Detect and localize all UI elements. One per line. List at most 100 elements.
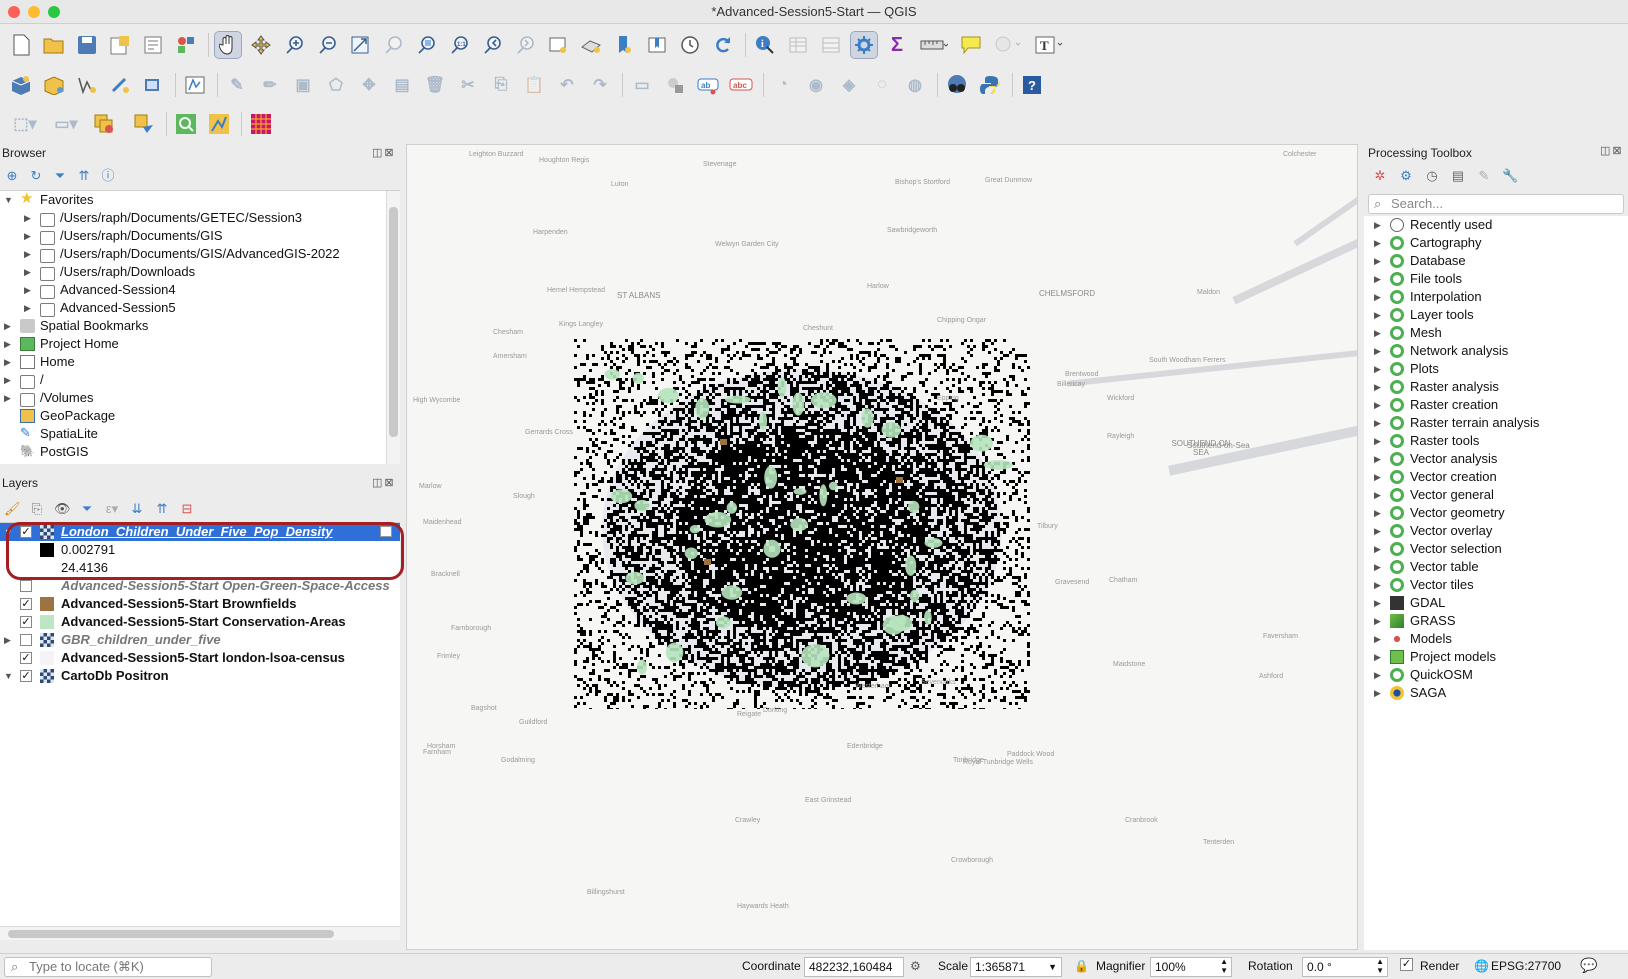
modify-attributes-icon[interactable]: ▤ [389,72,415,98]
new-shapefile-layer-icon[interactable] [74,72,100,98]
add-selected-layers-icon[interactable]: ⊕ [4,168,20,184]
expand-arrow-icon[interactable]: ▶ [4,389,14,407]
processing-group[interactable]: ▶ Plots [1364,360,1628,378]
expand-arrow-icon[interactable]: ▼ [4,667,13,685]
edit-features-in-place-icon[interactable]: ✎ [1476,168,1492,184]
expand-arrow-icon[interactable]: ▶ [24,245,34,263]
collapse-all-layers-icon[interactable]: ⇈ [154,501,170,517]
expand-arrow-icon[interactable]: ▶ [1374,576,1381,594]
new-3d-map-view-icon[interactable] [578,32,604,58]
measure-line-icon[interactable] [917,32,951,58]
expand-arrow-icon[interactable]: ▶ [1374,450,1381,468]
processing-group[interactable]: ▶ File tools [1364,270,1628,288]
processing-group[interactable]: ▶ Vector selection [1364,540,1628,558]
expand-arrow-icon[interactable]: ▶ [4,317,14,335]
text-annotation-icon[interactable]: T [1032,32,1068,58]
layer-item[interactable]: ✓ Advanced-Session5-Start Brownfields [0,595,400,613]
layer-visibility-checkbox[interactable]: ✓ [20,598,32,610]
processing-group[interactable]: ▶ Raster analysis [1364,378,1628,396]
layer-item[interactable]: ✓ Advanced-Session5-Start Conservation-Ar… [0,613,400,631]
show-bookmarks-icon[interactable] [644,32,670,58]
move-label-icon[interactable]: ◈ [836,72,862,98]
layer-labeling-options-icon[interactable] [662,72,688,98]
browser-item[interactable]: ▶ Project Home [0,335,400,353]
chevron-down-icon[interactable]: ▼ [1048,958,1057,976]
temporal-controller-icon[interactable] [677,32,703,58]
style-manager-icon[interactable] [173,32,199,58]
zoom-next-icon[interactable] [512,32,538,58]
layer-visibility-checkbox[interactable]: ✓ [20,670,32,682]
rotation-spinbox[interactable]: 0.0 ° ▲ ▼ [1302,957,1388,977]
browser-item[interactable]: 🐘 PostGIS [0,443,400,461]
new-print-layout-icon[interactable] [140,32,166,58]
layer-item[interactable]: ▼ ✓ CartoDb Positron [0,667,400,685]
processing-group[interactable]: ▶ QuickOSM [1364,666,1628,684]
toggle-editing-icon[interactable]: ✏ [257,72,283,98]
browser-item[interactable]: ▶ /Users/raph/Documents/GIS [0,227,400,245]
expand-arrow-icon[interactable]: ▼ [4,523,13,541]
expand-arrow-icon[interactable]: ▶ [1374,666,1381,684]
scripts-toolbar-icon[interactable]: ⚙ [1398,168,1414,184]
expand-arrow-icon[interactable]: ▶ [1374,288,1381,306]
current-edits-icon[interactable]: ✎ [224,72,250,98]
new-geopackage-layer-icon[interactable] [41,72,67,98]
processing-group[interactable]: ▶ Raster tools [1364,432,1628,450]
qgis2web-icon[interactable] [206,111,232,137]
render-checkbox[interactable]: ✓ [1400,958,1413,971]
spinner-arrows-icon[interactable]: ▲ ▼ [1220,957,1228,975]
expand-arrow-icon[interactable]: ▶ [1374,432,1381,450]
layer-visibility-checkbox[interactable] [20,634,32,646]
expand-arrow-icon[interactable]: ▶ [4,353,14,371]
new-temporary-layer-icon[interactable] [107,72,133,98]
zoom-full-icon[interactable] [347,32,373,58]
browser-item[interactable]: ▶ / [0,371,400,389]
zoom-in-icon[interactable] [281,32,307,58]
layers-horizontal-scrollbar[interactable] [0,926,400,940]
browser-item[interactable]: ▶ Advanced-Session5 [0,299,400,317]
layers-panel-controls[interactable]: ◫⊠ [372,476,396,489]
open-layer-styling-icon[interactable]: 🖌 [4,501,21,517]
expand-arrow-icon[interactable]: ▶ [1374,684,1381,702]
browser-item[interactable]: ▼ ★ Favorites [0,191,400,209]
filter-browser-icon[interactable]: ⏷ [52,168,68,184]
browser-scrollbar[interactable] [386,191,400,464]
new-map-view-icon[interactable] [545,32,571,58]
crs-label[interactable]: EPSG:27700 [1491,959,1561,973]
expand-arrow-icon[interactable]: ▶ [24,299,34,317]
refresh-icon[interactable] [710,32,736,58]
select-by-value-icon[interactable]: ▭▾ [49,111,83,137]
expand-arrow-icon[interactable]: ▶ [1374,504,1381,522]
new-virtual-layer-icon[interactable] [140,72,166,98]
zoom-out-icon[interactable] [314,32,340,58]
expand-arrow-icon[interactable]: ▶ [1374,612,1381,630]
processing-group[interactable]: ▶ Database [1364,252,1628,270]
expand-arrow-icon[interactable]: ▶ [24,281,34,299]
python-console-icon[interactable] [977,72,1003,98]
open-project-icon[interactable] [41,32,67,58]
expand-arrow-icon[interactable]: ▶ [1374,486,1381,504]
manage-map-themes-icon[interactable]: 👁 [54,501,71,517]
statistical-summary-icon[interactable]: Σ [884,32,910,58]
save-project-icon[interactable] [74,32,100,58]
browser-scrollbar-thumb[interactable] [389,207,398,437]
deselect-features-icon[interactable] [90,111,124,137]
show-hide-labels-icon[interactable]: ◉ [803,72,829,98]
browser-panel-controls[interactable]: ◫⊠ [372,146,396,159]
processing-group[interactable]: ▶ Mesh [1364,324,1628,342]
processing-group[interactable]: ▶ Layer tools [1364,306,1628,324]
layer-visibility-checkbox[interactable]: ✓ [20,526,32,538]
cut-features-icon[interactable]: ✂ [455,72,481,98]
browser-item[interactable]: ▶ /Volumes [0,389,400,407]
processing-group[interactable]: ▶ Raster terrain analysis [1364,414,1628,432]
browser-item[interactable]: ▶ Home [0,353,400,371]
add-feature-icon[interactable]: ⬠ [323,72,349,98]
expand-arrow-icon[interactable]: ▶ [1374,648,1381,666]
add-group-icon[interactable]: ⎘ [29,501,45,517]
processing-group[interactable]: ▶ Raster creation [1364,396,1628,414]
select-by-location-icon[interactable] [991,32,1025,58]
web-plugin-icon[interactable] [944,72,970,98]
processing-group[interactable]: ▶ Vector geometry [1364,504,1628,522]
expand-arrow-icon[interactable]: ▶ [4,371,14,389]
layer-item[interactable]: ▼ ✓ London_Children_Under_Five_Pop_Density [0,523,400,541]
browser-item[interactable]: ▶ Advanced-Session4 [0,281,400,299]
